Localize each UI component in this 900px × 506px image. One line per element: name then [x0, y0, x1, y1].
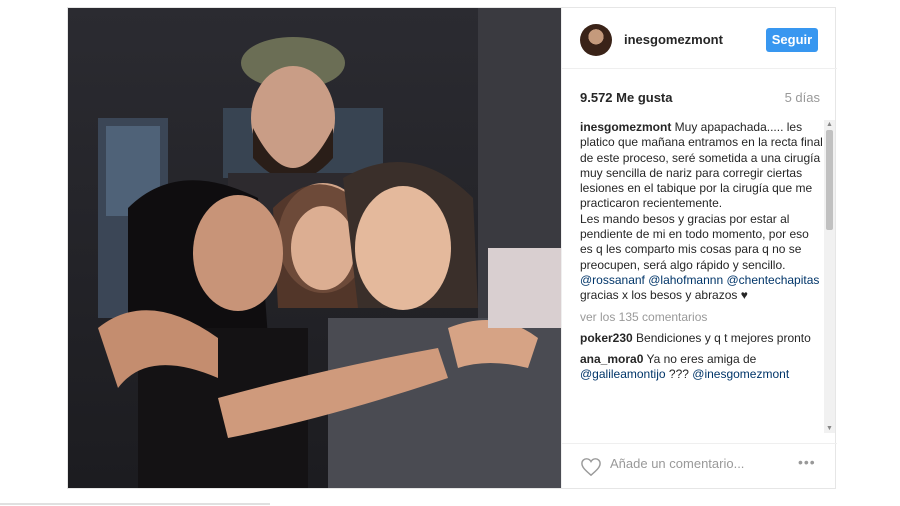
mention-link[interactable]: @rossananf — [580, 273, 645, 287]
comment-author[interactable]: poker230 — [580, 331, 633, 345]
follow-button[interactable]: Seguir — [766, 28, 818, 52]
add-comment-input[interactable]: Añade un comentario... — [610, 456, 744, 471]
comment-text: Bendiciones y q t mejores pronto — [632, 330, 811, 345]
comment-item: ana_mora0 Ya no eres amiga de @galileamo… — [580, 352, 823, 383]
comment-text: ??? — [665, 367, 693, 382]
caption-text-3: gracias x los besos y abrazos ♥ — [580, 288, 748, 303]
scrollbar-thumb[interactable] — [826, 130, 833, 230]
caption-text-2: Les mando besos y gracias por estar al p… — [580, 211, 809, 272]
caption-author[interactable]: inesgomezmont — [580, 120, 671, 134]
comments-list[interactable]: inesgomezmont Muy apapachada..... les pl… — [580, 120, 823, 436]
scroll-down-icon[interactable]: ▼ — [826, 425, 833, 432]
instagram-post-modal: inesgomezmont Seguir 9.572 Me gusta 5 dí… — [67, 7, 837, 489]
mention-link[interactable]: @chentechapitas — [726, 273, 819, 287]
more-options-icon[interactable]: ••• — [798, 454, 816, 470]
post-photo-illustration — [68, 8, 561, 488]
comments-scrollbar[interactable]: ▲ ▼ — [824, 120, 835, 433]
avatar[interactable] — [580, 24, 612, 56]
post-timestamp[interactable]: 5 días — [785, 90, 820, 105]
view-comments-link[interactable]: ver los 135 comentarios — [580, 310, 823, 325]
scroll-up-icon[interactable]: ▲ — [826, 121, 833, 128]
caption: inesgomezmont Muy apapachada..... les pl… — [580, 120, 823, 212]
mention-link[interactable]: @inesgomezmont — [692, 367, 789, 381]
post-stats: 9.572 Me gusta 5 días — [580, 90, 820, 110]
caption-mentions: @rossananf @lahofmannn @chentechapitas g… — [580, 273, 823, 304]
page-scrollbar[interactable] — [0, 503, 270, 505]
post-photo[interactable] — [68, 8, 561, 488]
comment-author[interactable]: ana_mora0 — [580, 352, 643, 366]
likes-count[interactable]: 9.572 Me gusta — [580, 90, 673, 105]
comment-text: Ya no eres amiga de — [643, 352, 757, 367]
post-header: inesgomezmont Seguir — [562, 8, 837, 69]
comment-footer: Añade un comentario... ••• — [562, 443, 837, 490]
mention-link[interactable]: @galileamontijo — [580, 367, 666, 381]
comment-item: poker230 Bendiciones y q t mejores pront… — [580, 331, 823, 346]
heart-icon[interactable] — [580, 457, 602, 477]
username[interactable]: inesgomezmont — [624, 32, 723, 47]
post-sidebar: inesgomezmont Seguir 9.572 Me gusta 5 dí… — [561, 8, 837, 488]
mention-link[interactable]: @lahofmannn — [648, 273, 723, 287]
